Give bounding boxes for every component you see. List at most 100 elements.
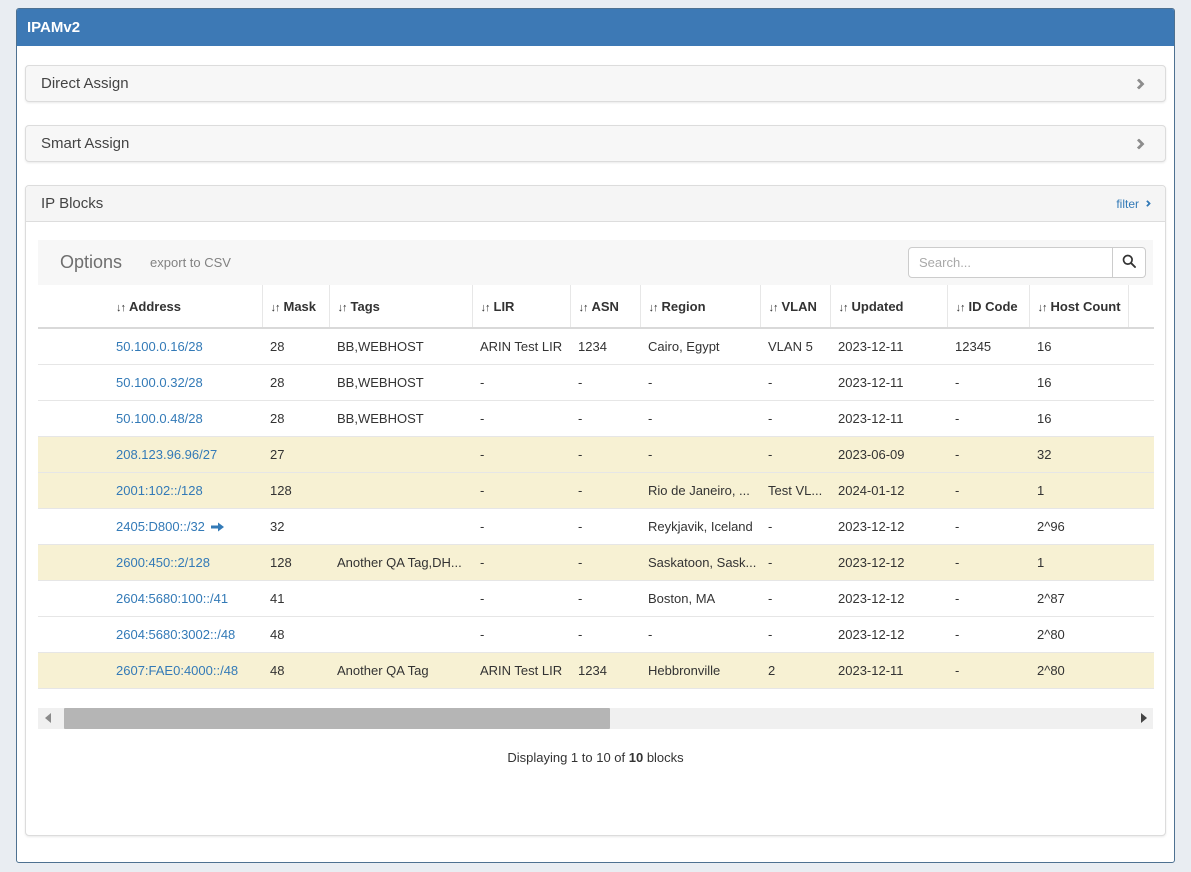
lir-cell: - bbox=[472, 365, 570, 401]
filler-cell bbox=[1128, 545, 1154, 581]
table-row: 2600:450::2/128 128 Another QA Tag,DH...… bbox=[38, 545, 1154, 581]
address-link[interactable]: 208.123.96.96/27 bbox=[116, 447, 217, 462]
address-link[interactable]: 50.100.0.32/28 bbox=[116, 375, 203, 390]
sort-icon[interactable]: ↓↑ bbox=[579, 302, 588, 314]
host-count-cell: 2^80 bbox=[1029, 617, 1128, 653]
sort-icon[interactable]: ↓↑ bbox=[116, 302, 125, 314]
panel-direct-assign[interactable]: Direct Assign bbox=[25, 65, 1166, 102]
column-header-address[interactable]: ↓↑Address bbox=[108, 285, 262, 328]
panel-ip-blocks-label: IP Blocks bbox=[41, 195, 103, 212]
pagination-status: Displaying 1 to 10 of 10 blocks bbox=[38, 750, 1153, 765]
export-csv-link[interactable]: export to CSV bbox=[150, 255, 231, 270]
column-header-host_count[interactable]: ↓↑Host Count bbox=[1029, 285, 1128, 328]
sort-icon[interactable]: ↓↑ bbox=[649, 302, 658, 314]
region-cell: Saskatoon, Sask... bbox=[640, 545, 760, 581]
scrollbar-thumb[interactable] bbox=[64, 708, 610, 729]
mask-cell: 28 bbox=[262, 365, 329, 401]
host-count-cell: 16 bbox=[1029, 328, 1128, 365]
column-header-mask[interactable]: ↓↑ Mask bbox=[262, 285, 329, 328]
sort-icon[interactable]: ↓↑ bbox=[271, 302, 280, 314]
chevron-right-icon bbox=[1133, 138, 1144, 149]
sort-icon[interactable]: ↓↑ bbox=[839, 302, 848, 314]
sort-icon[interactable]: ↓↑ bbox=[1038, 302, 1047, 314]
address-link[interactable]: 2600:450::2/128 bbox=[116, 555, 210, 570]
tags-cell bbox=[329, 509, 472, 545]
blank-cell bbox=[38, 653, 108, 689]
address-link[interactable]: 2405:D800::/32 bbox=[116, 519, 205, 534]
address-cell: 2607:FAE0:4000::/48 bbox=[108, 653, 262, 689]
lir-cell: - bbox=[472, 509, 570, 545]
updated-cell: 2023-12-11 bbox=[830, 653, 947, 689]
vlan-cell: - bbox=[760, 509, 830, 545]
region-cell: Reykjavik, Iceland bbox=[640, 509, 760, 545]
panel-ip-blocks: IP Blocks filter Options export to CSV bbox=[25, 185, 1166, 836]
updated-cell: 2023-12-11 bbox=[830, 365, 947, 401]
ip-blocks-header: IP Blocks filter bbox=[26, 186, 1165, 222]
table-row: 2001:102::/128 128 - - Rio de Janeiro, .… bbox=[38, 473, 1154, 509]
vlan-cell: - bbox=[760, 581, 830, 617]
vlan-cell: - bbox=[760, 401, 830, 437]
column-header-label: Mask bbox=[284, 299, 317, 314]
scroll-left-icon[interactable] bbox=[45, 713, 51, 723]
column-header-asn[interactable]: ↓↑ASN bbox=[570, 285, 640, 328]
id-code-cell: - bbox=[947, 545, 1029, 581]
address-link[interactable]: 50.100.0.16/28 bbox=[116, 339, 203, 354]
scroll-right-icon[interactable] bbox=[1141, 713, 1147, 723]
updated-cell: 2023-12-12 bbox=[830, 581, 947, 617]
sort-icon[interactable]: ↓↑ bbox=[769, 302, 778, 314]
blank-cell bbox=[38, 365, 108, 401]
id-code-cell: - bbox=[947, 365, 1029, 401]
id-code-cell: - bbox=[947, 401, 1029, 437]
search-input[interactable] bbox=[908, 247, 1113, 278]
assigned-arrow-icon bbox=[211, 519, 224, 534]
tags-cell: BB,WEBHOST bbox=[329, 328, 472, 365]
asn-cell: - bbox=[570, 617, 640, 653]
address-link[interactable]: 2604:5680:3002::/48 bbox=[116, 627, 235, 642]
horizontal-scrollbar[interactable] bbox=[38, 708, 1153, 729]
column-header-id_code[interactable]: ↓↑ID Code bbox=[947, 285, 1029, 328]
updated-cell: 2023-06-09 bbox=[830, 437, 947, 473]
column-header-tags[interactable]: ↓↑Tags bbox=[329, 285, 472, 328]
address-cell: 50.100.0.32/28 bbox=[108, 365, 262, 401]
sort-icon[interactable]: ↓↑ bbox=[956, 302, 965, 314]
vlan-cell: - bbox=[760, 617, 830, 653]
address-cell: 2604:5680:100::/41 bbox=[108, 581, 262, 617]
host-count-cell: 2^87 bbox=[1029, 581, 1128, 617]
search-button[interactable] bbox=[1112, 247, 1146, 278]
address-link[interactable]: 2607:FAE0:4000::/48 bbox=[116, 663, 238, 678]
table-row: 2607:FAE0:4000::/48 48 Another QA Tag AR… bbox=[38, 653, 1154, 689]
column-header-label: VLAN bbox=[782, 299, 817, 314]
address-link[interactable]: 2001:102::/128 bbox=[116, 483, 203, 498]
table-row: 2604:5680:100::/41 41 - - Boston, MA - 2… bbox=[38, 581, 1154, 617]
options-button[interactable]: Options bbox=[60, 252, 122, 273]
address-link[interactable]: 2604:5680:100::/41 bbox=[116, 591, 228, 606]
updated-cell: 2024-01-12 bbox=[830, 473, 947, 509]
address-cell: 2600:450::2/128 bbox=[108, 545, 262, 581]
filler-cell bbox=[1128, 328, 1154, 365]
sort-icon[interactable]: ↓↑ bbox=[338, 302, 347, 314]
filter-link[interactable]: filter bbox=[1116, 197, 1150, 211]
column-header-region[interactable]: ↓↑Region bbox=[640, 285, 760, 328]
asn-cell: - bbox=[570, 365, 640, 401]
pagination-suffix: blocks bbox=[643, 750, 683, 765]
column-header-lir[interactable]: ↓↑LIR bbox=[472, 285, 570, 328]
column-header-updated[interactable]: ↓↑Updated bbox=[830, 285, 947, 328]
address-link[interactable]: 50.100.0.48/28 bbox=[116, 411, 203, 426]
column-header-vlan[interactable]: ↓↑ VLAN bbox=[760, 285, 830, 328]
tags-cell bbox=[329, 473, 472, 509]
host-count-cell: 1 bbox=[1029, 473, 1128, 509]
table-row: 50.100.0.32/28 28 BB,WEBHOST - - - - 202… bbox=[38, 365, 1154, 401]
vlan-cell: - bbox=[760, 545, 830, 581]
id-code-cell: 12345 bbox=[947, 328, 1029, 365]
host-count-cell: 1 bbox=[1029, 545, 1128, 581]
table-row: 2405:D800::/32 32 - - Reykjavik, Iceland… bbox=[38, 509, 1154, 545]
host-count-cell: 16 bbox=[1029, 365, 1128, 401]
panel-smart-assign[interactable]: Smart Assign bbox=[25, 125, 1166, 162]
sort-icon[interactable]: ↓↑ bbox=[481, 302, 490, 314]
address-cell: 2604:5680:3002::/48 bbox=[108, 617, 262, 653]
tags-cell bbox=[329, 617, 472, 653]
lir-cell: ARIN Test LIR bbox=[472, 653, 570, 689]
ip-blocks-table: ↓↑Address↓↑Mask↓↑Tags↓↑LIR↓↑ASN↓↑Region↓… bbox=[38, 285, 1154, 689]
host-count-cell: 32 bbox=[1029, 437, 1128, 473]
chevron-right-icon bbox=[1144, 200, 1151, 207]
